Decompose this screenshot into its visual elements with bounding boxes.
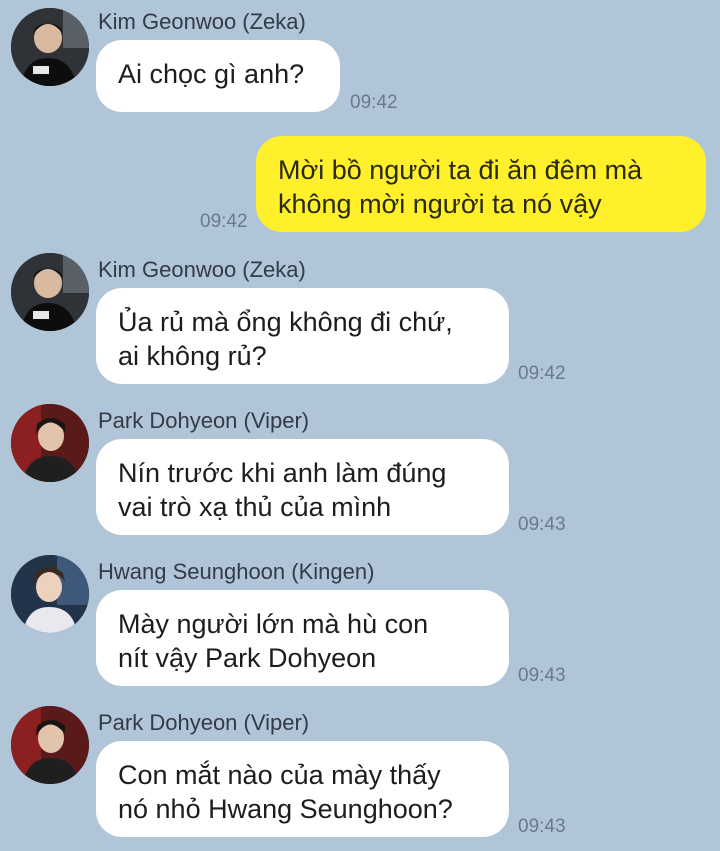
avatar[interactable] [11,404,89,482]
avatar[interactable] [11,706,89,784]
avatar-zeka-icon [11,253,89,331]
message-time: 09:43 [518,816,566,837]
avatar-zeka-icon [11,8,89,86]
sender-name: Hwang Seunghoon (Kingen) [98,559,375,584]
message-bubble[interactable]: Nín trước khi anh làm đúng vai trò xạ th… [96,439,509,535]
message-bubble[interactable]: Ủa rủ mà ổng không đi chứ, ai không rủ? [96,288,509,384]
message-time: 09:43 [518,514,566,535]
message-time: 09:42 [200,211,248,232]
message-bubble-outgoing[interactable]: Mời bồ người ta đi ăn đêm mà không mời n… [256,136,706,232]
sender-name: Kim Geonwoo (Zeka) [98,9,306,34]
avatar-viper-icon [11,404,89,482]
sender-name: Kim Geonwoo (Zeka) [98,257,306,282]
sender-name: Park Dohyeon (Viper) [98,408,310,433]
avatar-viper-icon [11,706,89,784]
message-bubble[interactable]: Ai chọc gì anh? [96,40,340,112]
avatar[interactable] [11,555,89,633]
message-bubble[interactable]: Mày người lớn mà hù con nít vậy Park Doh… [96,590,509,686]
message-time: 09:43 [518,665,566,686]
message-time: 09:42 [350,92,398,113]
message-time: 09:42 [518,363,566,384]
message-bubble[interactable]: Con mắt nào của mày thấy nó nhỏ Hwang Se… [96,741,509,837]
sender-name: Park Dohyeon (Viper) [98,710,310,735]
avatar[interactable] [11,8,89,86]
avatar[interactable] [11,253,89,331]
avatar-kingen-icon [11,555,89,633]
